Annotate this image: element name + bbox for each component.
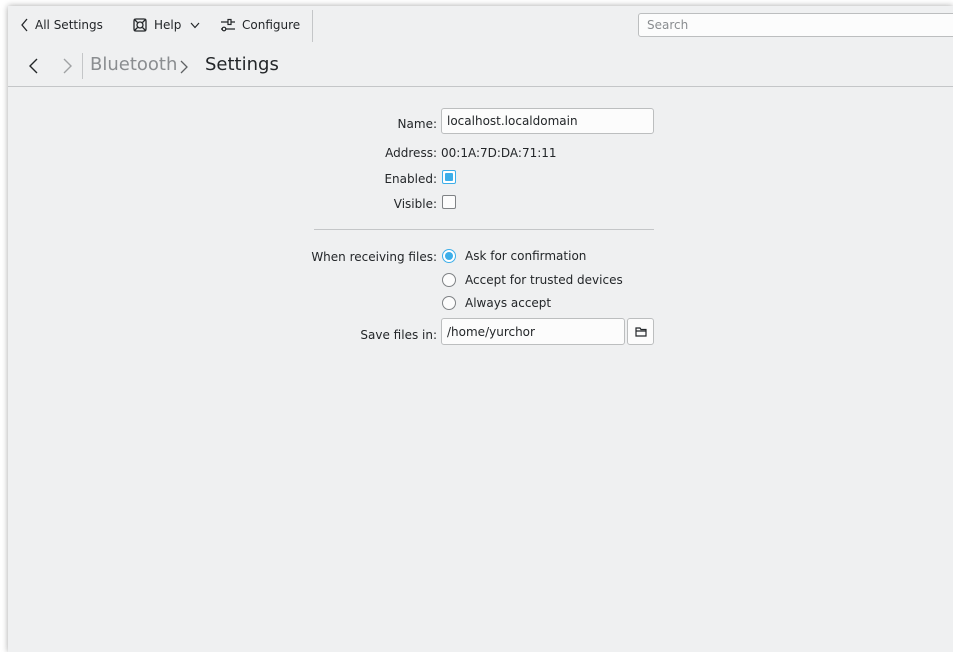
radio-always-accept[interactable] — [442, 296, 456, 310]
system-settings-window: All Settings Help Configure Search Bluet… — [8, 6, 953, 652]
address-value: 00:1A:7D:DA:71:11 — [441, 146, 557, 160]
arrow-left-icon[interactable] — [25, 57, 43, 75]
page-header: Bluetooth Settings — [8, 44, 953, 87]
header-separator — [82, 53, 83, 79]
name-field[interactable] — [441, 108, 654, 134]
radio-always-accept-label[interactable]: Always accept — [465, 295, 551, 311]
toolbar: All Settings Help Configure Search — [8, 6, 953, 44]
radio-accept-trusted[interactable] — [442, 273, 456, 287]
configure-sliders-icon — [220, 17, 236, 33]
configure-label: Configure — [242, 18, 301, 32]
breadcrumb-parent[interactable]: Bluetooth — [90, 54, 177, 76]
help-label: Help — [154, 18, 182, 32]
name-label: Name: — [397, 117, 437, 131]
section-divider — [314, 229, 654, 230]
all-settings-label: All Settings — [35, 18, 103, 32]
all-settings-button[interactable]: All Settings — [20, 14, 103, 36]
receiving-files-label: When receiving files: — [311, 250, 437, 264]
help-lifebuoy-icon — [132, 17, 148, 33]
visible-label: Visible: — [393, 197, 437, 211]
chevron-left-icon — [20, 18, 29, 32]
radio-accept-trusted-label[interactable]: Accept for trusted devices — [465, 272, 623, 288]
address-label: Address: — [385, 146, 437, 160]
folder-icon — [634, 322, 647, 341]
save-path-field[interactable] — [441, 318, 625, 345]
enabled-label: Enabled: — [384, 172, 437, 186]
configure-button[interactable]: Configure — [220, 14, 300, 36]
enabled-checkbox[interactable] — [442, 170, 456, 184]
browse-folder-button[interactable] — [627, 318, 654, 345]
help-menu-button[interactable]: Help — [132, 14, 200, 36]
chevron-down-icon — [190, 22, 200, 29]
radio-ask-confirmation[interactable] — [442, 249, 456, 263]
chevron-right-icon — [179, 59, 189, 78]
arrow-right-icon[interactable] — [58, 57, 76, 75]
save-files-label: Save files in: — [360, 328, 437, 342]
page-title: Settings — [205, 54, 279, 75]
toolbar-separator — [312, 10, 313, 42]
visible-checkbox[interactable] — [442, 195, 456, 209]
radio-ask-confirmation-label[interactable]: Ask for confirmation — [465, 248, 586, 264]
search-input[interactable] — [638, 13, 953, 37]
